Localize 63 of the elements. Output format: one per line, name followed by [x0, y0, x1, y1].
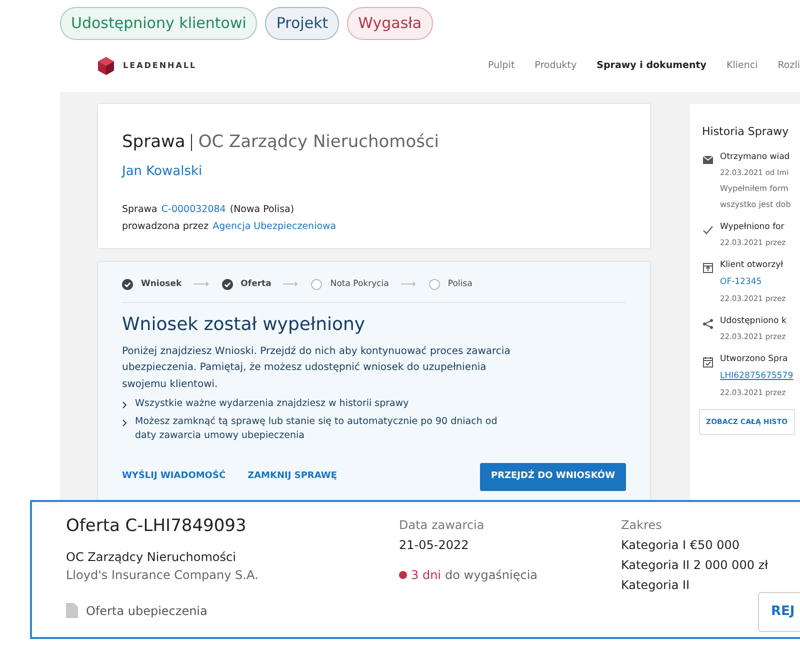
scope-item: Kategoria II — [621, 577, 691, 594]
step-label: Polisa — [448, 278, 472, 291]
arrow-icon — [194, 281, 210, 288]
field-label: Zakres — [621, 517, 663, 534]
text-button[interactable]: WYŚLIJ WIADOMOŚĆ — [122, 470, 226, 484]
case-id-link[interactable]: C-000032084 — [161, 203, 226, 218]
case-type: (Nowa Polisa) — [230, 203, 294, 217]
share-icon — [702, 318, 714, 330]
event-title: Otrzymano wiad — [720, 150, 791, 164]
event-title: Klient otworzył — [720, 258, 784, 272]
product-name: OC Zarządcy Nieruchomości — [66, 548, 237, 566]
nav-link[interactable]: Pulpit — [488, 58, 515, 74]
document-label: Oferta ubepieczenia — [86, 602, 208, 620]
event-title: Wypełniono for — [720, 220, 786, 234]
case-label: Sprawa — [122, 203, 158, 217]
status-tag: Wygasła — [347, 7, 433, 40]
primary-button[interactable]: PRZEJDŹ DO WNIOSKÓW — [480, 463, 626, 490]
logo-icon — [97, 57, 115, 75]
agency-link[interactable]: Agencja Ubezpieczeniowa — [212, 220, 336, 234]
status-tag: Udostępniony klientowi — [60, 7, 258, 40]
event-link[interactable]: OF-12345 — [720, 276, 762, 289]
nav-link[interactable]: Klienci — [726, 58, 758, 74]
insurer-name: Lloyd's Insurance Company S.A. — [66, 566, 260, 584]
bullet-text: Możesz zamknąć tą sprawę lub stanie się to automatycznie po 90 dniach od daty zawarcia umowy ubepieczenia — [135, 414, 498, 443]
status-tag: Projekt — [265, 7, 340, 40]
expiry-days: 3 dni — [411, 566, 442, 584]
document-icon — [66, 603, 78, 618]
step-label: Wniosek — [141, 278, 182, 291]
description-text: Poniżej znajdziesz Wnioski. Przejdź do nich aby kontynuować proces zawarcia ubezpieczenia. Pamiętaj, że możesz udostępnić wniosek do uzupełnienia swojemu klientowi. — [122, 344, 512, 392]
handled-by-label: prowadzona przez — [122, 220, 209, 234]
chevron-icon — [122, 418, 127, 426]
action-button[interactable]: REJ — [758, 592, 800, 632]
field-label: Data zawarcia — [399, 517, 486, 534]
date-value: 21-05-2022 — [399, 537, 470, 554]
scope-item: Kategoria II 2 000 000 zł — [621, 557, 769, 574]
expiry-text: do wygaśnięcia — [445, 567, 538, 584]
text-button[interactable]: ZAMKNIJ SPRAWĘ — [248, 470, 337, 484]
case-title: Sprawa OC Zarządcy Nieruchomości — [122, 131, 440, 154]
client-link[interactable]: Jan Kowalski — [122, 162, 202, 181]
event-note: wszystko jest dob — [720, 198, 791, 210]
window-icon — [702, 262, 714, 274]
event-note: Wypełniłem form — [720, 182, 790, 194]
logo-text: LEADENHALL — [123, 60, 197, 72]
nav-link[interactable]: Rozli — [778, 58, 800, 74]
arrow-icon — [400, 281, 417, 288]
offer-title: Oferta C-LHI7849093 — [66, 515, 248, 538]
status-dot — [399, 571, 407, 579]
step-label: Oferta — [240, 278, 272, 291]
nav-link[interactable]: Sprawy i dokumenty — [596, 58, 706, 74]
nav-link[interactable]: Produkty — [534, 58, 577, 74]
check-icon — [702, 224, 714, 236]
calendar-icon — [702, 356, 714, 368]
event-title: Utworzono Spra — [720, 352, 789, 366]
panel-title: Historia Sprawy — [702, 124, 790, 140]
mail-icon — [702, 154, 714, 166]
scope-item: Kategoria I €50 000 — [621, 537, 740, 554]
section-heading: Wniosek został wypełniony — [122, 312, 366, 337]
event-title: Udostępniono k — [720, 314, 786, 328]
step-label: Nota Pokrycia — [330, 278, 389, 291]
arrow-icon — [283, 281, 300, 288]
event-link[interactable]: LHI62875675579 — [720, 370, 794, 383]
chevron-icon — [122, 401, 127, 410]
bullet-text: Wszystkie ważne wydarzenia znajdziesz w historii sprawy — [135, 397, 410, 412]
